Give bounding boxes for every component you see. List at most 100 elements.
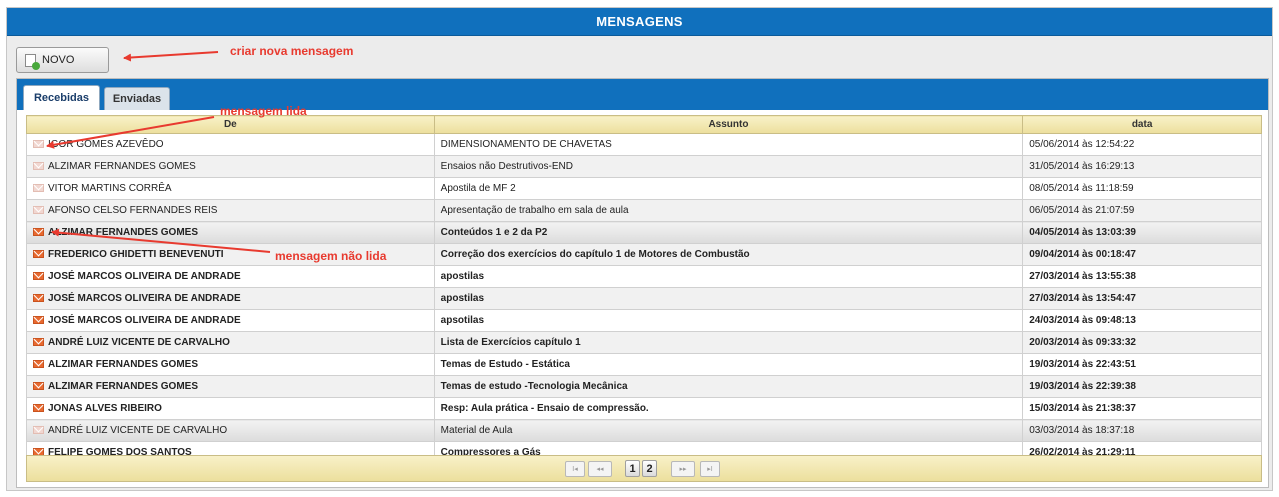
cell-date[interactable]: 27/03/2014 às 13:55:38 xyxy=(1022,265,1262,288)
annotation-read: mensagem lida xyxy=(220,104,307,118)
cell-date[interactable]: 09/04/2014 às 00:18:47 xyxy=(1022,243,1262,266)
cell-date[interactable]: 20/03/2014 às 09:33:32 xyxy=(1022,331,1262,354)
cell-subject[interactable]: Conteúdos 1 e 2 da P2 xyxy=(433,221,1024,244)
table-row[interactable]: ALZIMAR FERNANDES GOMES Conteúdos 1 e 2 d… xyxy=(26,221,1262,244)
column-header-data[interactable]: data xyxy=(1022,115,1262,134)
sender-name: ALZIMAR FERNANDES GOMES xyxy=(48,227,198,238)
envelope-unread-icon xyxy=(33,272,44,281)
sender-name: ALZIMAR FERNANDES GOMES xyxy=(48,359,198,370)
table-row[interactable]: ANDRÉ LUIZ VICENTE DE CARVALHO Material d… xyxy=(26,419,1262,442)
cell-subject[interactable]: Apostila de MF 2 xyxy=(433,177,1024,200)
cell-from[interactable]: VITOR MARTINS CORRÊA xyxy=(26,177,435,200)
messages-table: De Assunto data IGOR GOMES AZEVÊDO DIMENS… xyxy=(26,115,1262,464)
cell-subject[interactable]: Temas de estudo -Tecnologia Mecânica xyxy=(433,375,1024,398)
annotation-unread: mensagem não lida xyxy=(275,249,387,263)
sender-name: FREDERICO GHIDETTI BENEVENUTI xyxy=(48,249,224,260)
sender-name: JOSÉ MARCOS OLIVEIRA DE ANDRADE xyxy=(48,271,241,282)
table-row[interactable]: JOSÉ MARCOS OLIVEIRA DE ANDRADE apostilas… xyxy=(26,287,1262,310)
cell-subject[interactable]: apostilas xyxy=(433,265,1024,288)
page-1-button[interactable]: 1 xyxy=(625,460,640,477)
cell-date[interactable]: 31/05/2014 às 16:29:13 xyxy=(1022,155,1262,178)
table-row[interactable]: ANDRÉ LUIZ VICENTE DE CARVALHO Lista de E… xyxy=(26,331,1262,354)
envelope-unread-icon xyxy=(33,404,44,413)
envelope-unread-icon xyxy=(33,228,44,237)
table-row[interactable]: JOSÉ MARCOS OLIVEIRA DE ANDRADE apsotilas… xyxy=(26,309,1262,332)
prev-page-button[interactable]: ◂◂ xyxy=(588,461,612,477)
cell-from[interactable]: JOSÉ MARCOS OLIVEIRA DE ANDRADE xyxy=(26,265,435,288)
cell-date[interactable]: 27/03/2014 às 13:54:47 xyxy=(1022,287,1262,310)
cell-subject[interactable]: Lista de Exercícios capítulo 1 xyxy=(433,331,1024,354)
sender-name: ALZIMAR FERNANDES GOMES xyxy=(48,381,198,392)
envelope-unread-icon xyxy=(33,338,44,347)
cell-date[interactable]: 19/03/2014 às 22:43:51 xyxy=(1022,353,1262,376)
table-row[interactable]: ALZIMAR FERNANDES GOMES Temas de estudo -… xyxy=(26,375,1262,398)
cell-from[interactable]: ALZIMAR FERNANDES GOMES xyxy=(26,155,435,178)
tab-bar: Recebidas Enviadas xyxy=(17,79,1268,110)
cell-subject[interactable]: apostilas xyxy=(433,287,1024,310)
cell-from[interactable]: JOSÉ MARCOS OLIVEIRA DE ANDRADE xyxy=(26,309,435,332)
cell-subject[interactable]: Correção dos exercícios do capítulo 1 de… xyxy=(433,243,1024,266)
cell-from[interactable]: JONAS ALVES RIBEIRO xyxy=(26,397,435,420)
envelope-unread-icon xyxy=(33,316,44,325)
cell-from[interactable]: JOSÉ MARCOS OLIVEIRA DE ANDRADE xyxy=(26,287,435,310)
cell-date[interactable]: 05/06/2014 às 12:54:22 xyxy=(1022,133,1262,156)
cell-date[interactable]: 03/03/2014 às 18:37:18 xyxy=(1022,419,1262,442)
cell-from[interactable]: AFONSO CELSO FERNANDES REIS xyxy=(26,199,435,222)
sender-name: ANDRÉ LUIZ VICENTE DE CARVALHO xyxy=(48,425,228,436)
cell-date[interactable]: 19/03/2014 às 22:39:38 xyxy=(1022,375,1262,398)
sender-name: VITOR MARTINS CORRÊA xyxy=(48,183,172,194)
envelope-unread-icon xyxy=(33,382,44,391)
page-2-button[interactable]: 2 xyxy=(642,460,657,477)
table-row[interactable]: FREDERICO GHIDETTI BENEVENUTI Correção do… xyxy=(26,243,1262,266)
sender-name: JONAS ALVES RIBEIRO xyxy=(48,403,162,414)
column-header-assunto[interactable]: Assunto xyxy=(433,115,1024,134)
cell-subject[interactable]: Resp: Aula prática - Ensaio de compressã… xyxy=(433,397,1024,420)
envelope-read-icon xyxy=(33,206,44,215)
table-row[interactable]: AFONSO CELSO FERNANDES REIS Apresentação … xyxy=(26,199,1262,222)
cell-subject[interactable]: apsotilas xyxy=(433,309,1024,332)
table-row[interactable]: IGOR GOMES AZEVÊDO DIMENSIONAMENTO DE CHA… xyxy=(26,133,1262,156)
annotation-novo: criar nova mensagem xyxy=(230,44,354,58)
cell-date[interactable]: 15/03/2014 às 21:38:37 xyxy=(1022,397,1262,420)
sender-name: JOSÉ MARCOS OLIVEIRA DE ANDRADE xyxy=(48,293,241,304)
cell-from[interactable]: IGOR GOMES AZEVÊDO xyxy=(26,133,435,156)
sender-name: ALZIMAR FERNANDES GOMES xyxy=(48,161,196,172)
table-row[interactable]: VITOR MARTINS CORRÊA Apostila de MF 2 08/0… xyxy=(26,177,1262,200)
envelope-read-icon xyxy=(33,140,44,149)
cell-from[interactable]: ALZIMAR FERNANDES GOMES xyxy=(26,353,435,376)
envelope-unread-icon xyxy=(33,294,44,303)
envelope-read-icon xyxy=(33,184,44,193)
sender-name: JOSÉ MARCOS OLIVEIRA DE ANDRADE xyxy=(48,315,241,326)
cell-from[interactable]: ALZIMAR FERNANDES GOMES xyxy=(26,375,435,398)
next-page-button[interactable]: ▸▸ xyxy=(671,461,695,477)
table-row[interactable]: JONAS ALVES RIBEIRO Resp: Aula prática - … xyxy=(26,397,1262,420)
envelope-unread-icon xyxy=(33,360,44,369)
new-message-button[interactable]: NOVO xyxy=(16,47,109,73)
cell-date[interactable]: 04/05/2014 às 13:03:39 xyxy=(1022,221,1262,244)
table-row[interactable]: JOSÉ MARCOS OLIVEIRA DE ANDRADE apostilas… xyxy=(26,265,1262,288)
pagination-bar: I◂ ◂◂ 1 2 ▸▸ ▸I xyxy=(26,455,1262,482)
cell-date[interactable]: 08/05/2014 às 11:18:59 xyxy=(1022,177,1262,200)
first-page-button[interactable]: I◂ xyxy=(565,461,585,477)
cell-from[interactable]: ANDRÉ LUIZ VICENTE DE CARVALHO xyxy=(26,419,435,442)
sender-name: ANDRÉ LUIZ VICENTE DE CARVALHO xyxy=(48,337,230,348)
table-row[interactable]: ALZIMAR FERNANDES GOMES Temas de Estudo -… xyxy=(26,353,1262,376)
tab-enviadas[interactable]: Enviadas xyxy=(104,87,170,110)
last-page-button[interactable]: ▸I xyxy=(700,461,720,477)
cell-from[interactable]: ALZIMAR FERNANDES GOMES xyxy=(26,221,435,244)
table-row[interactable]: ALZIMAR FERNANDES GOMES Ensaios não Destr… xyxy=(26,155,1262,178)
envelope-read-icon xyxy=(33,162,44,171)
cell-date[interactable]: 06/05/2014 às 21:07:59 xyxy=(1022,199,1262,222)
cell-subject[interactable]: Apresentação de trabalho em sala de aula xyxy=(433,199,1024,222)
cell-subject[interactable]: Ensaios não Destrutivos-END xyxy=(433,155,1024,178)
cell-subject[interactable]: DIMENSIONAMENTO DE CHAVETAS xyxy=(433,133,1024,156)
cell-subject[interactable]: Material de Aula xyxy=(433,419,1024,442)
envelope-unread-icon xyxy=(33,250,44,259)
envelope-read-icon xyxy=(33,426,44,435)
new-document-icon xyxy=(25,53,40,70)
tab-recebidas[interactable]: Recebidas xyxy=(23,85,100,110)
column-header-de[interactable]: De xyxy=(26,115,435,134)
cell-date[interactable]: 24/03/2014 às 09:48:13 xyxy=(1022,309,1262,332)
cell-subject[interactable]: Temas de Estudo - Estática xyxy=(433,353,1024,376)
cell-from[interactable]: ANDRÉ LUIZ VICENTE DE CARVALHO xyxy=(26,331,435,354)
